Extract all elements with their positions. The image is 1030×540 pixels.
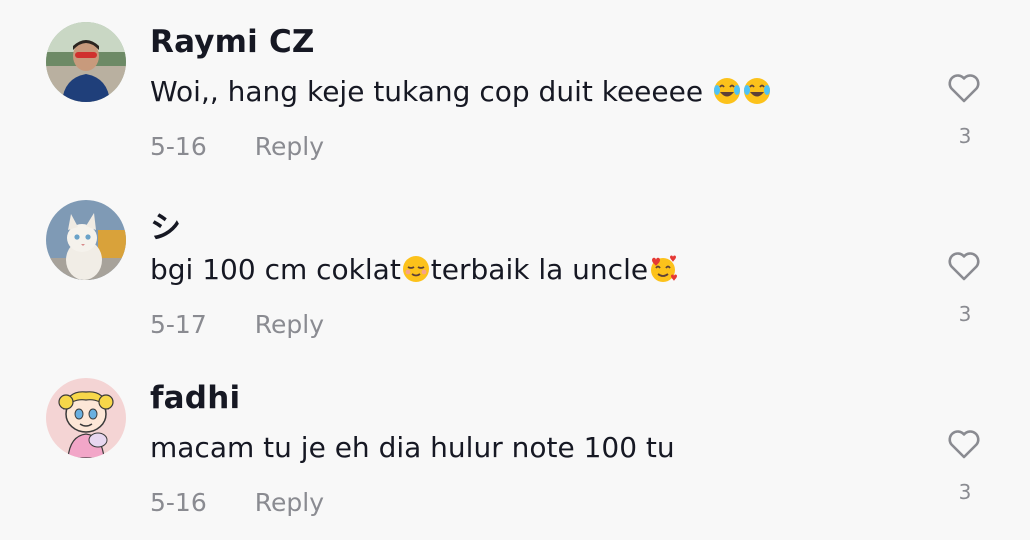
avatar-photo — [46, 200, 126, 280]
reply-button[interactable]: Reply — [255, 310, 324, 339]
like-count: 3 — [958, 480, 972, 504]
like-count: 3 — [958, 124, 972, 148]
comment-text: macam tu je eh dia hulur note 100 tu — [150, 431, 675, 464]
comment-item: Raymi CZ Woi,, hang keje tukang cop duit… — [0, 0, 1030, 178]
comment-text-content: bgi 100 cm coklat — [150, 253, 401, 286]
avatar-photo — [46, 378, 126, 458]
reply-button[interactable]: Reply — [255, 132, 324, 161]
comment-item: fadhi macam tu je eh dia hulur note 100 … — [0, 356, 1030, 534]
heart-outline-icon[interactable] — [946, 426, 982, 462]
like-button[interactable]: 3 — [940, 426, 990, 510]
reply-button[interactable]: Reply — [255, 488, 324, 517]
like-button[interactable]: 3 — [940, 248, 990, 332]
comment-text: Woi,, hang keje tukang cop duit keeeee — [150, 75, 772, 108]
face-with-tears-of-joy-emoji — [712, 76, 742, 106]
like-button[interactable]: 3 — [940, 70, 990, 154]
comment-username[interactable]: シ — [150, 202, 181, 247]
face-with-tears-of-joy-emoji — [742, 76, 772, 106]
comment-list: Raymi CZ Woi,, hang keje tukang cop duit… — [0, 0, 1030, 540]
comment-item: シ bgi 100 cm coklat terbaik la uncle 5-17… — [0, 178, 1030, 356]
comment-meta: 5-16 Reply — [150, 488, 324, 517]
comment-text-content: Woi,, hang keje tukang cop duit keeeee — [150, 75, 704, 108]
comment-text: bgi 100 cm coklat terbaik la uncle — [150, 253, 678, 286]
like-count: 3 — [958, 302, 972, 326]
comment-date: 5-17 — [150, 310, 207, 339]
avatar[interactable] — [46, 22, 126, 102]
avatar[interactable] — [46, 200, 126, 280]
comment-meta: 5-17 Reply — [150, 310, 324, 339]
comment-text-content: terbaik la uncle — [430, 253, 649, 286]
comment-date: 5-16 — [150, 488, 207, 517]
comment-meta: 5-16 Reply — [150, 132, 324, 161]
avatar[interactable] — [46, 378, 126, 458]
heart-outline-icon[interactable] — [946, 248, 982, 284]
heart-outline-icon[interactable] — [946, 70, 982, 106]
relieved-face-emoji — [401, 254, 431, 284]
comment-date: 5-16 — [150, 132, 207, 161]
comment-username[interactable]: fadhi — [150, 380, 240, 416]
smiling-face-with-hearts-emoji — [648, 254, 678, 284]
comment-username[interactable]: Raymi CZ — [150, 24, 315, 60]
avatar-photo — [46, 22, 126, 102]
